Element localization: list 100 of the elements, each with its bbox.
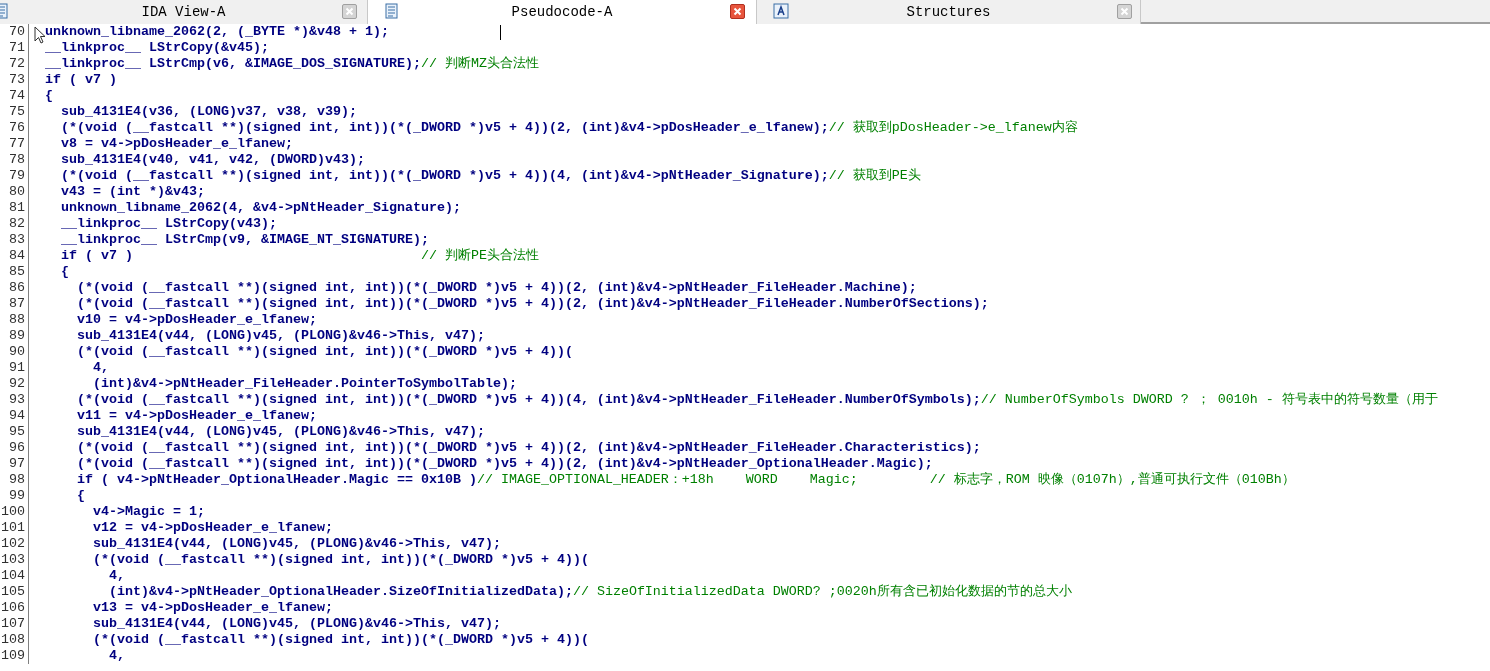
line-number: 81 [8,200,26,216]
code-line: sub_4131E4(v44, (LONG)v45, (PLONG)&v46->This, v47); [76,328,485,344]
code-line: v4->Magic = 1; [92,504,205,520]
line-number: 83 [8,232,26,248]
line-number: 93 [8,392,26,408]
code-line: v43 = (int *)&v43; [60,184,205,200]
code-line: sub_4131E4(v36, (LONG)v37, v38, v39); [60,104,357,120]
code-line: v10 = v4->pDosHeader_e_lfanew; [76,312,317,328]
line-number: 98 [8,472,26,488]
line-number: 80 [8,184,26,200]
code-line: __linkproc__ LStrCmp(v6, &IMAGE_DOS_SIGNATURE); [45,56,421,72]
line-number: 84 [8,248,26,264]
line-number: 86 [8,280,26,296]
line-number: 109 [0,648,26,664]
line-number: 102 [0,536,26,552]
line-number: 95 [8,424,26,440]
line-number: 103 [0,552,26,568]
tab[interactable]: Structures [757,0,1141,24]
code-line: (*(void (__fastcall **)(signed int, int))(*(_DWORD *)v5 + 4))( [92,632,589,648]
code-comment: // SizeOfInitializedData DWORD? ;0020h所有含已初始化数据的节的总大小 [572,584,1072,600]
line-number: 108 [0,632,26,648]
line-number: 77 [8,136,26,152]
code-line: (*(void (__fastcall **)(signed int, int))(*(_DWORD *)v5 + 4))(2, (int)&v4->pNtHeader_FileHeader.Characteristics); [76,440,981,456]
code-line: 4, [108,648,125,664]
line-number: 90 [8,344,26,360]
code-line: { [60,264,69,280]
code-line: sub_4131E4(v40, v41, v42, (DWORD)v43); [60,152,365,168]
code-comment: // NumberOfSymbols DWORD ? ； 0010h - 符号表中的符号数量（用于 [980,392,1438,408]
code-line: { [45,88,53,104]
code-line: sub_4131E4(v44, (LONG)v45, (PLONG)&v46->This, v47); [76,424,485,440]
document-icon [384,3,400,19]
text-caret [500,25,501,40]
line-number: 101 [0,520,26,536]
tab-label: IDA View-A [140,3,227,21]
code-line: { [76,488,85,504]
code-line: (*(void (__fastcall **)(signed int, int))(*(_DWORD *)v5 + 4))(4, (int)&v4->pNtHeader_Signature); [60,168,829,184]
code-line: (*(void (__fastcall **)(signed int, int))(*(_DWORD *)v5 + 4))(2, (int)&v4->pDosHeader_e_lfanew); [60,120,829,136]
tab[interactable]: Pseudocode-A [368,0,757,24]
close-icon [733,7,742,16]
code-line: (*(void (__fastcall **)(signed int, int))(*(_DWORD *)v5 + 4))(2, (int)&v4->pNtHeader_FileHeader.NumberOfSections); [76,296,989,312]
line-number: 74 [8,88,26,104]
line-number: 87 [8,296,26,312]
line-number: 105 [0,584,26,600]
structure-icon [773,3,789,19]
line-number: 107 [0,616,26,632]
line-number: 104 [0,568,26,584]
line-number: 92 [8,376,26,392]
close-icon [345,7,354,16]
code-line: if ( v7 ) [60,248,134,264]
code-line: 4, [108,568,125,584]
line-number: 89 [8,328,26,344]
line-number: 72 [8,56,26,72]
code-comment: // 获取到pDosHeader->e_lfanew内容 [828,120,1078,136]
code-line: (*(void (__fastcall **)(signed int, int))(*(_DWORD *)v5 + 4))(2, (int)&v4->pNtHeader_FileHeader.Machine); [76,280,917,296]
line-number: 75 [8,104,26,120]
line-number: 82 [8,216,26,232]
code-line: (*(void (__fastcall **)(signed int, int))(*(_DWORD *)v5 + 4))(4, (int)&v4->pNtHeader_FileHeader.NumberOfSymbols); [76,392,981,408]
line-number: 71 [8,40,26,56]
code-line: (*(void (__fastcall **)(signed int, int))(*(_DWORD *)v5 + 4))( [92,552,589,568]
line-number: 100 [0,504,26,520]
code-line: if ( v4->pNtHeader_OptionalHeader.Magic == 0x10B ) [76,472,477,488]
code-line: v11 = v4->pDosHeader_e_lfanew; [76,408,317,424]
close-icon [1120,7,1129,16]
line-number: 97 [8,456,26,472]
code-comment: // 判断PE头合法性 [420,248,539,264]
code-line: __linkproc__ LStrCopy(&v45); [45,40,269,56]
code-line: v13 = v4->pDosHeader_e_lfanew; [92,600,333,616]
line-number: 76 [8,120,26,136]
code-line: 4, [92,360,109,376]
mouse-pointer-icon [34,26,46,44]
line-number: 91 [8,360,26,376]
code-line: sub_4131E4(v44, (LONG)v45, (PLONG)&v46->This, v47); [92,616,501,632]
code-line: sub_4131E4(v44, (LONG)v45, (PLONG)&v46->This, v47); [92,536,501,552]
code-comment: // 获取到PE头 [828,168,921,184]
code-comment: // IMAGE_OPTIONAL_HEADER：+18h WORD Magic; // 标志字，ROM 映像（0107h）,普通可执行文件（010Bh） [476,472,1295,488]
line-number: 88 [8,312,26,328]
close-button[interactable] [730,4,745,19]
line-number: 85 [8,264,26,280]
code-comment: // 判断MZ头合法性 [420,56,539,72]
code-line: if ( v7 ) [45,72,117,88]
code-line: unknown_libname_2062(4, &v4->pNtHeader_Signature); [60,200,461,216]
code-line: __linkproc__ LStrCopy(v43); [60,216,277,232]
line-number: 79 [8,168,26,184]
tab-label: Structures [905,3,992,21]
code-line: unknown_libname_2062(2, (_BYTE *)&v48 + 1); [45,24,389,40]
code-line: __linkproc__ LStrCmp(v9, &IMAGE_NT_SIGNATURE); [60,232,429,248]
line-number: 99 [8,488,26,504]
tab-label: Pseudocode-A [510,3,614,21]
line-number: 70 [8,24,26,40]
tab[interactable]: IDA View-A [0,0,368,24]
code-line: v8 = v4->pDosHeader_e_lfanew; [60,136,293,152]
line-number: 78 [8,152,26,168]
line-number: 106 [0,600,26,616]
code-line: (*(void (__fastcall **)(signed int, int))(*(_DWORD *)v5 + 4))(2, (int)&v4->pNtHeader_OptionalHeader.Magic); [76,456,933,472]
code-line: (int)&v4->pNtHeader_FileHeader.PointerToSymbolTable); [92,376,517,392]
code-line: (*(void (__fastcall **)(signed int, int))(*(_DWORD *)v5 + 4))( [76,344,573,360]
code-line: v12 = v4->pDosHeader_e_lfanew; [92,520,333,536]
line-number: 96 [8,440,26,456]
line-number: 94 [8,408,26,424]
line-number: 73 [8,72,26,88]
